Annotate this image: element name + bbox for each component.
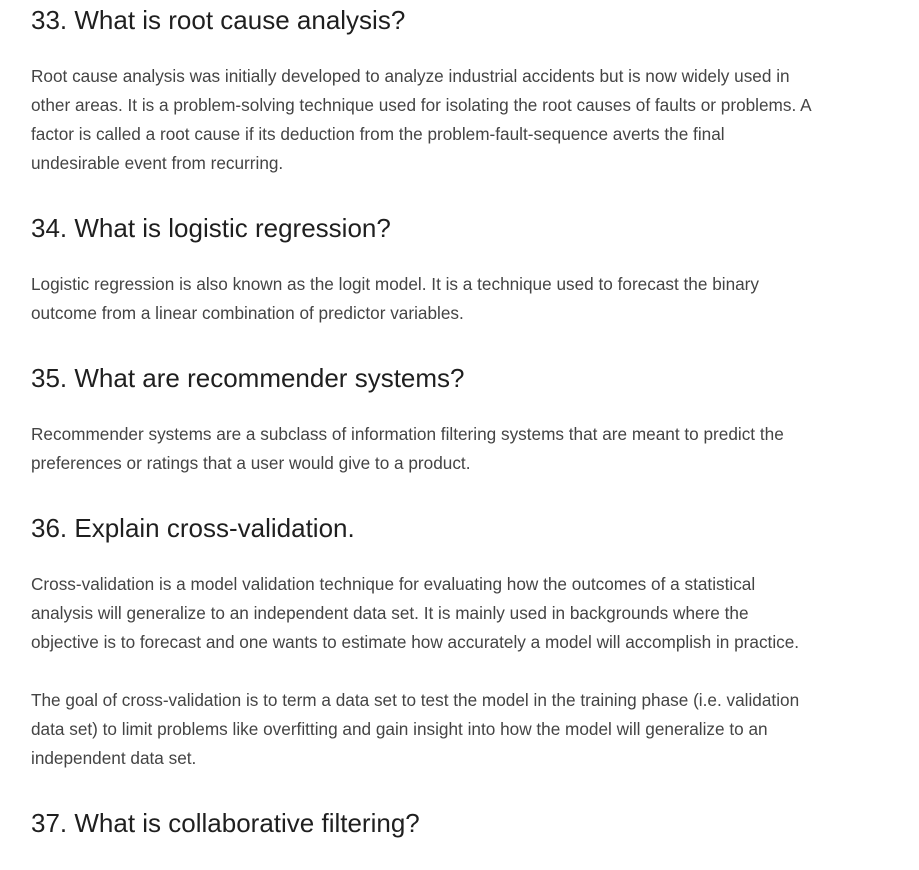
question-33-title: 33. What is root cause analysis? [31,5,406,35]
question-33-answer: Root cause analysis was initially develo… [31,66,811,173]
question-34-title: 34. What is logistic regression? [31,213,391,243]
article-content: 33. What is root cause analysis? Root ca… [31,0,811,841]
question-36-answer-part-1: Cross-validation is a model validation t… [31,574,800,652]
question-36-title: 36. Explain cross-validation. [31,513,355,543]
question-35-answer: Recommender systems are a subclass of in… [31,424,784,473]
question-36-answer-part-2: The goal of cross-validation is to term … [31,690,800,768]
question-37-title: 37. What is collaborative filtering? [31,808,420,838]
question-34-answer: Logistic regression is also known as the… [31,274,760,323]
question-35-title: 35. What are recommender systems? [31,363,465,393]
